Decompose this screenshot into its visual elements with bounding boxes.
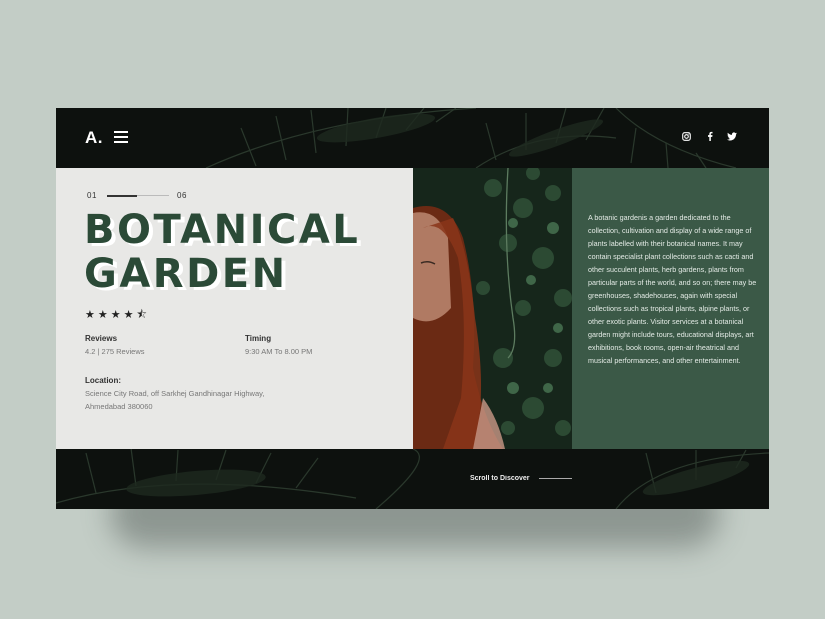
woman-in-foliage-image: [413, 168, 572, 449]
scroll-to-discover-link[interactable]: Scroll to Discover: [470, 475, 530, 482]
page-title: BOTANICAL GARDEN: [84, 208, 360, 296]
reviews-value: 4.2 | 275 Reviews: [85, 347, 145, 356]
location-label: Location:: [85, 376, 121, 385]
description-panel: A botanic gardenis a garden dedicated to…: [572, 168, 769, 449]
reviews-label: Reviews: [85, 334, 118, 343]
location-line-2: Ahmedabad 380060: [85, 402, 153, 411]
slide-progress: [107, 194, 169, 197]
timing-value: 9:30 AM To 8.00 PM: [245, 347, 313, 356]
twitter-icon[interactable]: [726, 130, 738, 142]
instagram-icon[interactable]: [680, 130, 692, 142]
info-panel: 01 06 BOTANICAL GARDEN ★★★★⯪ Reviews 4.2…: [56, 168, 413, 449]
slide-total: 06: [177, 191, 187, 200]
hero-photo: [413, 168, 572, 449]
title-line-1: BOTANICAL: [84, 207, 361, 253]
description-text: A botanic gardenis a garden dedicated to…: [588, 213, 757, 365]
location-line-1: Science City Road, off Sarkhej Gandhinag…: [85, 389, 265, 398]
title-line-2: GARDEN: [84, 251, 288, 297]
slide-current: 01: [87, 191, 97, 200]
hero-card: A. 01 06 BOTANICAL GARDEN ★★★★⯪ Reviews …: [56, 108, 769, 509]
hamburger-icon[interactable]: [114, 131, 128, 143]
brand-logo[interactable]: A.: [85, 128, 103, 148]
scroll-indicator-line: [539, 478, 572, 479]
star-rating: ★★★★⯪: [85, 309, 150, 321]
facebook-icon[interactable]: [704, 130, 716, 142]
timing-label: Timing: [245, 334, 272, 343]
